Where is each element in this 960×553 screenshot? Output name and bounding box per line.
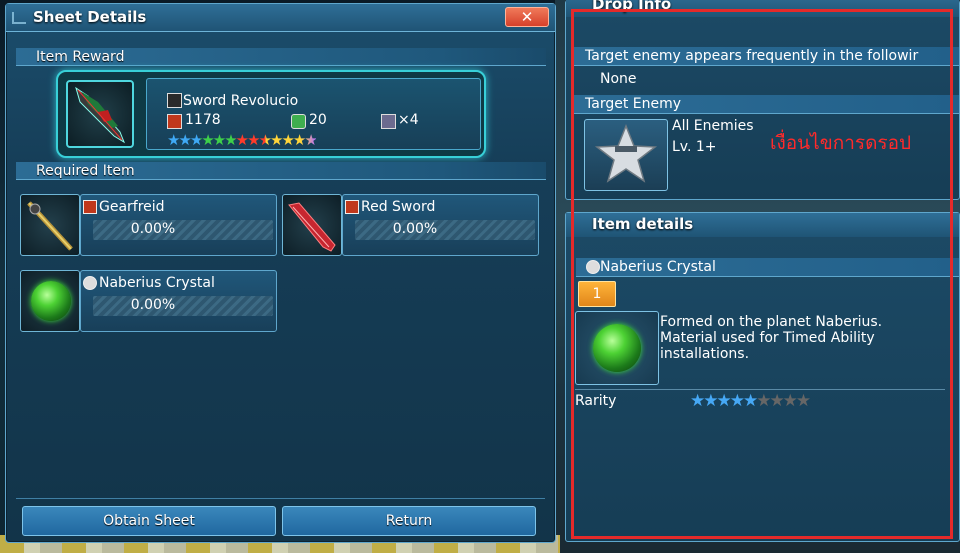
required-item-name: Naberius Crystal (99, 275, 215, 291)
annotation-box (571, 9, 953, 539)
sword-type-icon (345, 200, 359, 214)
attack-icon (167, 114, 182, 129)
required-item-gearfreid[interactable]: Gearfreid 0.00% (20, 194, 277, 256)
return-button[interactable]: Return (282, 506, 536, 536)
reward-card[interactable]: Sword Revolucio 1178 20 ×4 ★★★★★★★★★★★★★ (56, 70, 486, 158)
required-item-percent: 0.00% (130, 297, 176, 313)
sheet-details-window: Sheet Details ✕ Item Reward Sword Revolu… (5, 3, 556, 543)
required-item-percent: 0.00% (392, 221, 438, 237)
reward-name: Sword Revolucio (183, 93, 299, 109)
item-reward-header: Item Reward (16, 48, 546, 66)
required-item-header: Required Item (16, 162, 546, 180)
red-sword-icon (282, 194, 342, 256)
required-item-percent: 0.00% (130, 221, 176, 237)
annotation-note: เงื่อนไขการดรอป (770, 132, 912, 154)
reward-attack: 1178 (185, 112, 221, 128)
reward-slots: ×4 (398, 112, 419, 128)
reward-rarity-stars: ★★★★★★★★★★★★★ (167, 131, 318, 149)
window-title-bar: Sheet Details ✕ (6, 4, 555, 32)
title-decoration-icon (12, 12, 26, 24)
required-item-red-sword[interactable]: Red Sword 0.00% (282, 194, 539, 256)
slot-icon (381, 114, 396, 129)
gearfreid-icon (20, 194, 80, 256)
close-button[interactable]: ✕ (505, 7, 549, 27)
progress-bar: 0.00% (93, 220, 273, 240)
required-item-body: Naberius Crystal 0.00% (80, 270, 277, 332)
progress-bar: 0.00% (93, 296, 273, 316)
window-title: Sheet Details (33, 8, 147, 26)
divider (16, 498, 545, 499)
sword-revolucio-icon (66, 80, 134, 148)
element-icon (291, 114, 306, 129)
required-item-body: Red Sword 0.00% (342, 194, 539, 256)
progress-bar: 0.00% (355, 220, 535, 240)
obtain-sheet-button[interactable]: Obtain Sheet (22, 506, 276, 536)
naberius-crystal-icon (20, 270, 80, 332)
required-item-naberius-crystal[interactable]: Naberius Crystal 0.00% (20, 270, 277, 332)
required-item-label: Required Item (36, 163, 135, 179)
crystal-orb-icon (31, 281, 71, 321)
item-reward-label: Item Reward (36, 49, 125, 65)
sword-type-icon (83, 200, 97, 214)
material-type-icon (83, 276, 97, 290)
sword-type-icon (167, 93, 182, 108)
reward-info-panel: Sword Revolucio 1178 20 ×4 ★★★★★★★★★★★★★ (146, 78, 481, 150)
reward-element: 20 (309, 112, 327, 128)
required-item-name: Gearfreid (99, 199, 165, 215)
required-item-name: Red Sword (361, 199, 436, 215)
required-item-body: Gearfreid 0.00% (80, 194, 277, 256)
